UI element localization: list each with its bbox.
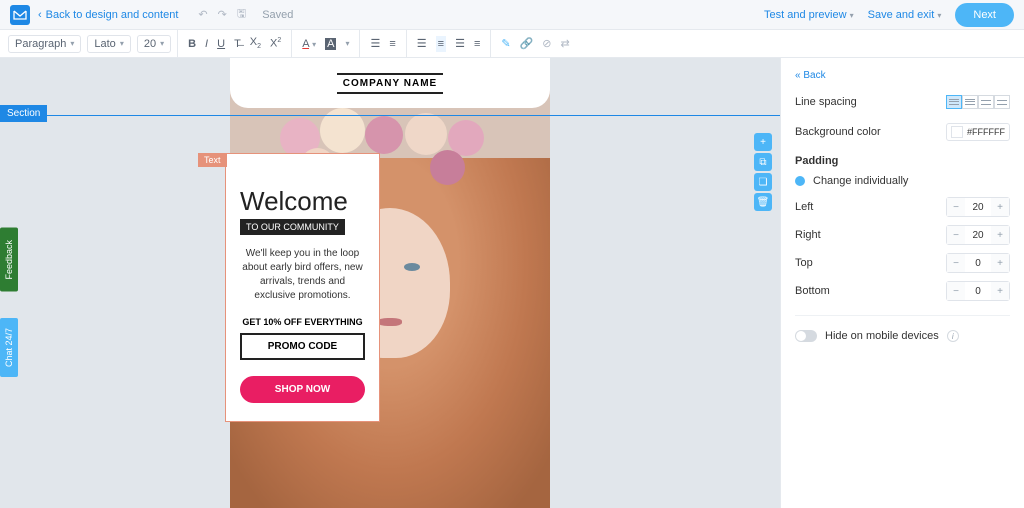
line-spacing-normal[interactable]: [962, 95, 978, 109]
section-action-buttons: + ⧉ ❏ 🗑: [754, 133, 772, 211]
test-preview-link[interactable]: Test and preview ▾: [764, 9, 854, 21]
increment-button[interactable]: +: [991, 198, 1009, 216]
promo-title: GET 10% OFF EVERYTHING: [240, 317, 365, 327]
italic-icon[interactable]: I: [205, 38, 208, 50]
paragraph-select[interactable]: Paragraph▾: [8, 35, 81, 53]
next-button[interactable]: Next: [955, 3, 1014, 27]
line-spacing-tight[interactable]: [946, 95, 962, 109]
superscript-icon[interactable]: X2: [270, 37, 281, 50]
delete-section-icon[interactable]: 🗑: [754, 193, 772, 211]
align-right-icon[interactable]: ☰: [455, 37, 465, 50]
unlink-icon[interactable]: ⊘: [542, 37, 551, 50]
align-justify-icon[interactable]: ≡: [474, 38, 480, 50]
line-spacing-wide[interactable]: [978, 95, 994, 109]
increment-button[interactable]: +: [991, 282, 1009, 300]
decrement-button[interactable]: −: [947, 198, 965, 216]
list-ul-icon[interactable]: ☰: [370, 37, 380, 50]
hide-mobile-toggle[interactable]: [795, 330, 817, 342]
align-left-icon[interactable]: ☰: [417, 37, 427, 50]
padding-bottom-stepper[interactable]: −0+: [946, 281, 1010, 301]
text-block[interactable]: Text Welcome TO OUR COMMUNITY We'll keep…: [225, 153, 380, 422]
info-icon[interactable]: i: [947, 330, 959, 342]
undo-icon[interactable]: ↶: [198, 8, 207, 21]
canvas[interactable]: Section Feedback Chat 24/7 COMPANY NAME …: [0, 58, 780, 508]
company-header: COMPANY NAME: [230, 58, 550, 108]
welcome-body: We'll keep you in the loop about early b…: [240, 247, 365, 303]
increment-button[interactable]: +: [991, 254, 1009, 272]
line-spacing-options: [946, 95, 1010, 109]
decrement-button[interactable]: −: [947, 282, 965, 300]
decrement-button[interactable]: −: [947, 226, 965, 244]
section-tag[interactable]: Section: [0, 105, 47, 122]
welcome-heading: Welcome: [240, 186, 365, 217]
text-block-tag: Text: [198, 153, 227, 167]
personalize-icon[interactable]: ✎: [501, 37, 510, 50]
feedback-tab[interactable]: Feedback: [0, 228, 18, 292]
saved-status: Saved: [262, 9, 293, 21]
subscript-icon[interactable]: X2: [250, 36, 261, 50]
line-spacing-label: Line spacing: [795, 96, 857, 108]
padding-right-label: Right: [795, 229, 821, 241]
padding-top-stepper[interactable]: −0+: [946, 253, 1010, 273]
bg-color-label: Background color: [795, 126, 881, 138]
change-individually-option[interactable]: Change individually: [795, 175, 1010, 187]
color-swatch: [951, 126, 963, 138]
promo-code-box: PROMO CODE: [240, 333, 365, 360]
chat-tab[interactable]: Chat 24/7: [0, 318, 18, 377]
fontsize-select[interactable]: 20▾: [137, 35, 171, 53]
shop-now-button[interactable]: SHOP NOW: [240, 376, 365, 403]
increment-button[interactable]: +: [991, 226, 1009, 244]
save-section-icon[interactable]: ❏: [754, 173, 772, 191]
decrement-button[interactable]: −: [947, 254, 965, 272]
font-select[interactable]: Lato▾: [87, 35, 130, 53]
add-section-icon[interactable]: +: [754, 133, 772, 151]
bg-color-picker[interactable]: #FFFFFF: [946, 123, 1010, 141]
company-name: COMPANY NAME: [337, 73, 443, 94]
format-toolbar: Paragraph▾ Lato▾ 20▾ B I U T̶ X2 X2 A ▾ …: [0, 30, 1024, 58]
section-border: [0, 115, 780, 116]
bg-color-icon[interactable]: A: [325, 38, 336, 50]
redo-icon[interactable]: ↷: [218, 8, 227, 21]
welcome-subtitle: TO OUR COMMUNITY: [240, 219, 345, 235]
padding-top-label: Top: [795, 257, 813, 269]
list-ol-icon[interactable]: ≡: [389, 38, 395, 50]
hide-mobile-label: Hide on mobile devices: [825, 330, 939, 342]
text-color-icon[interactable]: A ▾: [302, 38, 316, 50]
line-spacing-xwide[interactable]: [994, 95, 1010, 109]
align-center-icon[interactable]: ≡: [436, 36, 446, 52]
properties-panel: « Back Line spacing Background color #FF…: [780, 58, 1024, 508]
bold-icon[interactable]: B: [188, 38, 196, 50]
app-logo: [10, 5, 30, 25]
back-to-design-link[interactable]: Back to design and content: [46, 9, 179, 21]
link-icon[interactable]: 🔗: [520, 37, 534, 50]
save-icon[interactable]: 🖫: [237, 5, 246, 24]
topbar: ‹ Back to design and content ↶ ↷ 🖫 Saved…: [0, 0, 1024, 30]
panel-back-link[interactable]: « Back: [795, 70, 1010, 81]
strikethrough-icon[interactable]: T̶: [234, 38, 241, 50]
radio-selected-icon: [795, 176, 805, 186]
underline-icon[interactable]: U: [217, 38, 225, 50]
save-exit-link[interactable]: Save and exit ▾: [868, 9, 942, 21]
caret-left-icon: ‹: [38, 9, 42, 21]
padding-left-stepper[interactable]: −20+: [946, 197, 1010, 217]
duplicate-section-icon[interactable]: ⧉: [754, 153, 772, 171]
padding-left-label: Left: [795, 201, 813, 213]
code-icon[interactable]: ⇄: [561, 37, 570, 50]
padding-heading: Padding: [795, 155, 1010, 167]
padding-right-stepper[interactable]: −20+: [946, 225, 1010, 245]
padding-bottom-label: Bottom: [795, 285, 830, 297]
